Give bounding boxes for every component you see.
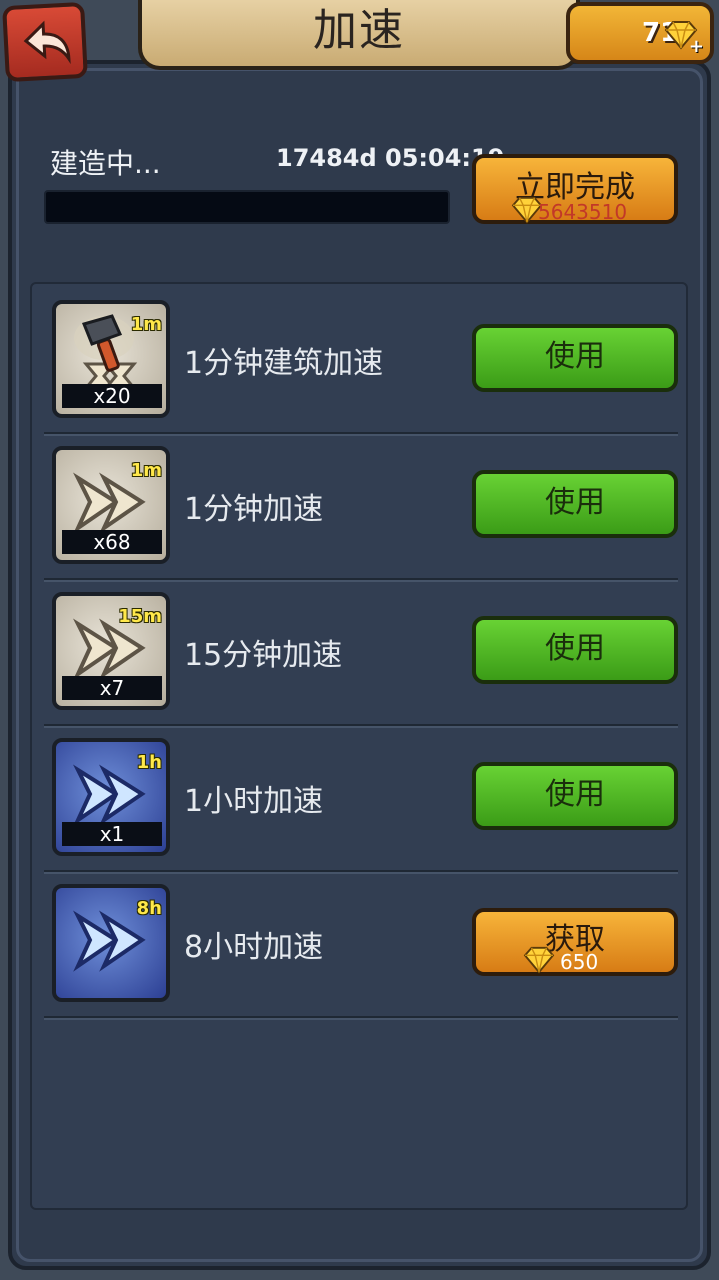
item-icon: 15m x7 [52, 592, 170, 710]
item-duration: 8h [136, 898, 162, 919]
complete-now-button[interactable]: 立即完成 5643510 [472, 154, 678, 224]
item-quantity: x1 [62, 822, 162, 846]
item-quantity: x7 [62, 676, 162, 700]
item-duration: 1h [136, 752, 162, 773]
use-button[interactable]: 使用 [472, 616, 678, 684]
use-button[interactable]: 使用 [472, 324, 678, 392]
use-button[interactable]: 使用 [472, 762, 678, 830]
gem-counter[interactable]: 71 + [566, 2, 714, 64]
item-name: 15分钟加速 [184, 638, 343, 673]
plus-icon[interactable]: + [689, 36, 704, 57]
item-name: 1分钟加速 [184, 492, 324, 527]
item-quantity: x20 [62, 384, 162, 408]
complete-now-cost: 5643510 [538, 200, 628, 224]
item-icon: 1m x20 [52, 300, 170, 418]
use-button-label: 使用 [545, 339, 605, 374]
back-arrow-icon [23, 20, 71, 65]
get-button-cost: 650 [560, 950, 599, 974]
list-item: 8h 8小时加速 获取 650 [44, 870, 678, 1020]
item-quantity: x68 [62, 530, 162, 554]
item-duration: 1m [130, 314, 162, 335]
list-item: 15m x7 15分钟加速 使用 [44, 578, 678, 728]
build-status-label: 建造中... [50, 147, 161, 180]
build-progress-bar [44, 190, 450, 224]
use-button-label: 使用 [545, 777, 605, 812]
list-item: 1m x20 1分钟建筑加速 使用 [44, 286, 678, 436]
use-button[interactable]: 使用 [472, 470, 678, 538]
build-timer: 17484d 05:04:19 [276, 144, 505, 172]
speedup-list: 1m x20 1分钟建筑加速 使用 1m x68 1分钟加速 使用 15m x7… [30, 282, 688, 1210]
item-icon: 8h [52, 884, 170, 1002]
item-icon: 1m x68 [52, 446, 170, 564]
use-button-label: 使用 [545, 631, 605, 666]
gem-icon [523, 946, 555, 974]
page-title: 加速 [313, 5, 405, 56]
use-button-label: 使用 [545, 485, 605, 520]
list-item: 1h x1 1小时加速 使用 [44, 724, 678, 874]
get-button[interactable]: 获取 650 [472, 908, 678, 976]
item-duration: 15m [118, 606, 162, 627]
title-banner: 加速 [138, 0, 580, 70]
item-name: 1小时加速 [184, 784, 324, 819]
item-name: 8小时加速 [184, 930, 324, 965]
back-button[interactable] [2, 1, 88, 83]
list-item: 1m x68 1分钟加速 使用 [44, 432, 678, 582]
item-icon: 1h x1 [52, 738, 170, 856]
item-name: 1分钟建筑加速 [184, 346, 384, 381]
item-duration: 1m [130, 460, 162, 481]
